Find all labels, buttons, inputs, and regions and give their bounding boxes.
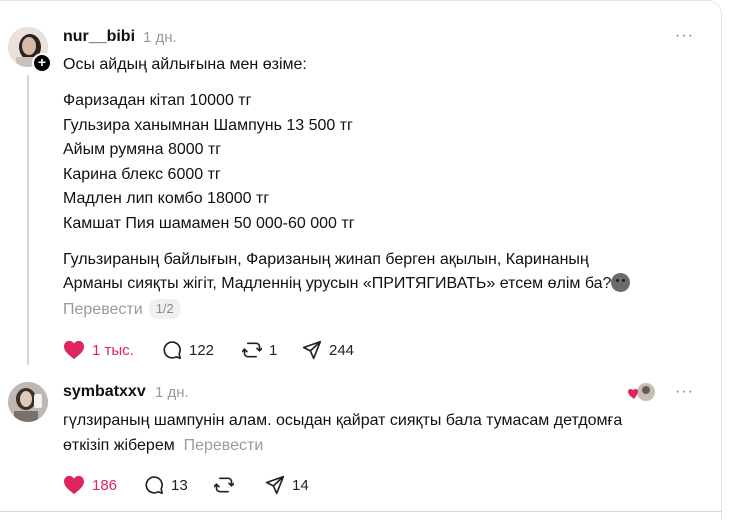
list-item: Камшат Пия шамамен 50 000-60 000 тг xyxy=(63,214,355,232)
author-like-avatar-icon xyxy=(628,383,655,401)
reply-comment-button[interactable]: 13 xyxy=(144,475,188,495)
share-icon xyxy=(302,340,322,360)
list-item: Карина блекс 6000 тг xyxy=(63,165,221,183)
post-page-indicator: 1/2 xyxy=(148,299,181,319)
share-icon xyxy=(265,475,285,495)
post-repost-count: 1 xyxy=(269,341,278,359)
post-like-count: 1 тыс. xyxy=(92,341,134,359)
divider xyxy=(0,511,722,512)
list-item: Мадлен лип комбо 18000 тг xyxy=(63,190,270,208)
reply-repost-button[interactable] xyxy=(214,475,241,495)
post-intro: Осы айдың айлығына мен өзіме: xyxy=(63,56,307,73)
emoji-icon xyxy=(611,273,631,292)
post-share-button[interactable]: 244 xyxy=(302,340,354,360)
reply-author-avatar[interactable] xyxy=(8,382,48,422)
post-closing-line-1: Гульзираның байлығын, Фаризаның жинап бе… xyxy=(63,251,589,268)
post-username[interactable]: nur__bibi xyxy=(63,28,135,46)
post-like-button[interactable]: 1 тыс. xyxy=(63,340,134,360)
post-item-list: Фаризадан кітап 10000 тг Гульзира ханымн… xyxy=(63,89,355,237)
reply-username[interactable]: symbatxxv xyxy=(63,383,146,401)
reply-more-icon[interactable]: ··· xyxy=(675,383,694,401)
reply-text-line-1: гүлзираның шампунін алам. осыдан қайрат … xyxy=(63,412,623,429)
repost-icon xyxy=(242,342,262,358)
post-repost-button[interactable]: 1 xyxy=(242,340,277,360)
post-share-count: 244 xyxy=(329,341,355,359)
heart-icon xyxy=(64,340,84,360)
post-more-icon[interactable]: ··· xyxy=(675,27,694,45)
list-item: Гульзира ханымнан Шампунь 13 500 тг xyxy=(63,116,353,134)
list-item: Айым румяна 8000 тг xyxy=(63,141,222,159)
reply-share-count: 14 xyxy=(292,476,309,494)
list-item: Фаризадан кітап 10000 тг xyxy=(63,92,252,109)
reply-like-button[interactable]: 186 xyxy=(63,475,117,495)
heart-icon xyxy=(64,475,84,495)
reply-comment-count: 13 xyxy=(171,476,188,494)
repost-icon xyxy=(214,477,234,493)
author-liked-indicator xyxy=(628,382,656,407)
comment-icon xyxy=(163,341,181,359)
comment-icon xyxy=(145,476,163,494)
reply-text-line-2: өткізіп жіберем xyxy=(63,437,175,454)
reply-share-button[interactable]: 14 xyxy=(265,475,309,495)
post-timestamp: 1 дн. xyxy=(143,29,177,46)
post-comment-count: 122 xyxy=(189,341,215,359)
post-translate-row: Перевести 1/2 xyxy=(63,298,181,322)
reply-text-line-2-row: өткізіп жіберем Перевести xyxy=(63,434,263,458)
follow-plus-icon[interactable]: + xyxy=(32,53,52,73)
post-translate-link[interactable]: Перевести xyxy=(63,301,143,318)
post-closing-line-2-wrap: Арманы сияқты жігіт, Мадленнің урусын «П… xyxy=(63,272,631,296)
reply-timestamp: 1 дн. xyxy=(155,384,189,401)
reply-like-count: 186 xyxy=(92,476,118,494)
post-closing-line-2: Арманы сияқты жігіт, Мадленнің урусын «П… xyxy=(63,275,612,292)
post-comment-button[interactable]: 122 xyxy=(162,340,214,360)
reply-translate-link[interactable]: Перевести xyxy=(184,437,264,454)
thread-connector-line xyxy=(27,75,29,365)
